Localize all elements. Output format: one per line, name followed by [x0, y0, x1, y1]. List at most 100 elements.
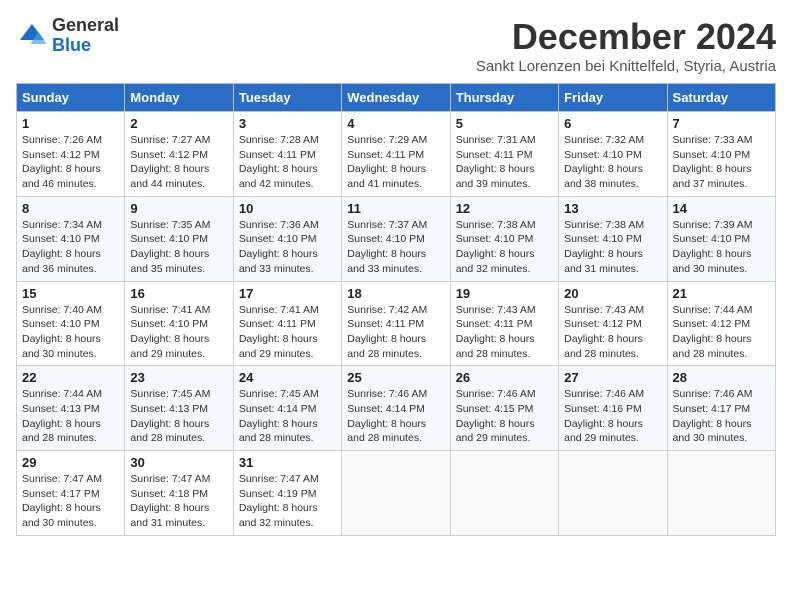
calendar-cell: 4 Sunrise: 7:29 AM Sunset: 4:11 PM Dayli… [342, 112, 450, 197]
day-info: Sunrise: 7:31 AM Sunset: 4:11 PM Dayligh… [456, 133, 553, 192]
day-info: Sunrise: 7:27 AM Sunset: 4:12 PM Dayligh… [130, 133, 227, 192]
sunset-label: Sunset: 4:14 PM [239, 403, 317, 415]
daylight-label: Daylight: 8 hours and 29 minutes. [130, 333, 209, 360]
day-number: 30 [130, 455, 227, 470]
day-info: Sunrise: 7:37 AM Sunset: 4:10 PM Dayligh… [347, 218, 444, 277]
sunset-label: Sunset: 4:13 PM [130, 403, 208, 415]
day-number: 18 [347, 286, 444, 301]
day-info: Sunrise: 7:36 AM Sunset: 4:10 PM Dayligh… [239, 218, 336, 277]
month-title: December 2024 [476, 16, 776, 58]
sunrise-label: Sunrise: 7:44 AM [22, 388, 102, 400]
calendar-cell: 29 Sunrise: 7:47 AM Sunset: 4:17 PM Dayl… [17, 451, 125, 536]
daylight-label: Daylight: 8 hours and 28 minutes. [673, 333, 752, 360]
calendar-cell: 27 Sunrise: 7:46 AM Sunset: 4:16 PM Dayl… [559, 366, 667, 451]
location-subtitle: Sankt Lorenzen bei Knittelfeld, Styria, … [476, 58, 776, 75]
daylight-label: Daylight: 8 hours and 30 minutes. [22, 502, 101, 529]
daylight-label: Daylight: 8 hours and 33 minutes. [239, 248, 318, 275]
daylight-label: Daylight: 8 hours and 39 minutes. [456, 163, 535, 190]
daylight-label: Daylight: 8 hours and 28 minutes. [347, 418, 426, 445]
day-number: 5 [456, 116, 553, 131]
calendar-cell: 8 Sunrise: 7:34 AM Sunset: 4:10 PM Dayli… [17, 196, 125, 281]
sunrise-label: Sunrise: 7:41 AM [239, 304, 319, 316]
calendar-header-row: SundayMondayTuesdayWednesdayThursdayFrid… [17, 84, 776, 112]
calendar-cell: 19 Sunrise: 7:43 AM Sunset: 4:11 PM Dayl… [450, 281, 558, 366]
sunrise-label: Sunrise: 7:37 AM [347, 219, 427, 231]
calendar-cell [450, 451, 558, 536]
sunset-label: Sunset: 4:10 PM [564, 149, 642, 161]
sunset-label: Sunset: 4:10 PM [239, 233, 317, 245]
calendar-cell: 30 Sunrise: 7:47 AM Sunset: 4:18 PM Dayl… [125, 451, 233, 536]
calendar-cell: 28 Sunrise: 7:46 AM Sunset: 4:17 PM Dayl… [667, 366, 775, 451]
daylight-label: Daylight: 8 hours and 46 minutes. [22, 163, 101, 190]
day-info: Sunrise: 7:46 AM Sunset: 4:14 PM Dayligh… [347, 387, 444, 446]
daylight-label: Daylight: 8 hours and 28 minutes. [456, 333, 535, 360]
day-number: 22 [22, 370, 119, 385]
day-number: 19 [456, 286, 553, 301]
day-number: 3 [239, 116, 336, 131]
day-number: 6 [564, 116, 661, 131]
sunrise-label: Sunrise: 7:46 AM [456, 388, 536, 400]
daylight-label: Daylight: 8 hours and 33 minutes. [347, 248, 426, 275]
column-header-monday: Monday [125, 84, 233, 112]
daylight-label: Daylight: 8 hours and 31 minutes. [564, 248, 643, 275]
logo-blue-text: Blue [52, 36, 119, 56]
sunset-label: Sunset: 4:11 PM [456, 318, 533, 330]
day-info: Sunrise: 7:47 AM Sunset: 4:18 PM Dayligh… [130, 472, 227, 531]
day-number: 7 [673, 116, 770, 131]
daylight-label: Daylight: 8 hours and 36 minutes. [22, 248, 101, 275]
day-number: 8 [22, 201, 119, 216]
day-number: 16 [130, 286, 227, 301]
calendar-cell: 5 Sunrise: 7:31 AM Sunset: 4:11 PM Dayli… [450, 112, 558, 197]
sunset-label: Sunset: 4:13 PM [22, 403, 100, 415]
sunrise-label: Sunrise: 7:35 AM [130, 219, 210, 231]
day-number: 4 [347, 116, 444, 131]
calendar-week-row: 22 Sunrise: 7:44 AM Sunset: 4:13 PM Dayl… [17, 366, 776, 451]
sunrise-label: Sunrise: 7:31 AM [456, 134, 536, 146]
sunrise-label: Sunrise: 7:47 AM [239, 473, 319, 485]
daylight-label: Daylight: 8 hours and 32 minutes. [239, 502, 318, 529]
sunrise-label: Sunrise: 7:28 AM [239, 134, 319, 146]
day-info: Sunrise: 7:47 AM Sunset: 4:19 PM Dayligh… [239, 472, 336, 531]
day-info: Sunrise: 7:40 AM Sunset: 4:10 PM Dayligh… [22, 303, 119, 362]
day-number: 21 [673, 286, 770, 301]
daylight-label: Daylight: 8 hours and 28 minutes. [347, 333, 426, 360]
day-info: Sunrise: 7:45 AM Sunset: 4:14 PM Dayligh… [239, 387, 336, 446]
sunrise-label: Sunrise: 7:46 AM [347, 388, 427, 400]
sunset-label: Sunset: 4:12 PM [130, 149, 208, 161]
sunrise-label: Sunrise: 7:34 AM [22, 219, 102, 231]
day-number: 17 [239, 286, 336, 301]
day-info: Sunrise: 7:29 AM Sunset: 4:11 PM Dayligh… [347, 133, 444, 192]
day-number: 13 [564, 201, 661, 216]
column-header-saturday: Saturday [667, 84, 775, 112]
sunset-label: Sunset: 4:12 PM [564, 318, 642, 330]
day-number: 9 [130, 201, 227, 216]
sunset-label: Sunset: 4:17 PM [22, 488, 100, 500]
sunrise-label: Sunrise: 7:45 AM [239, 388, 319, 400]
sunrise-label: Sunrise: 7:29 AM [347, 134, 427, 146]
sunrise-label: Sunrise: 7:36 AM [239, 219, 319, 231]
column-header-sunday: Sunday [17, 84, 125, 112]
calendar-cell: 25 Sunrise: 7:46 AM Sunset: 4:14 PM Dayl… [342, 366, 450, 451]
sunset-label: Sunset: 4:10 PM [673, 149, 751, 161]
sunrise-label: Sunrise: 7:43 AM [456, 304, 536, 316]
sunset-label: Sunset: 4:10 PM [456, 233, 534, 245]
sunset-label: Sunset: 4:19 PM [239, 488, 317, 500]
logo-icon [16, 20, 48, 52]
daylight-label: Daylight: 8 hours and 28 minutes. [22, 418, 101, 445]
sunrise-label: Sunrise: 7:47 AM [130, 473, 210, 485]
sunrise-label: Sunrise: 7:33 AM [673, 134, 753, 146]
calendar-cell: 13 Sunrise: 7:38 AM Sunset: 4:10 PM Dayl… [559, 196, 667, 281]
sunrise-label: Sunrise: 7:38 AM [456, 219, 536, 231]
sunset-label: Sunset: 4:11 PM [456, 149, 533, 161]
calendar-week-row: 29 Sunrise: 7:47 AM Sunset: 4:17 PM Dayl… [17, 451, 776, 536]
day-info: Sunrise: 7:43 AM Sunset: 4:12 PM Dayligh… [564, 303, 661, 362]
page-header: General Blue December 2024 Sankt Lorenze… [16, 16, 776, 75]
calendar-cell [667, 451, 775, 536]
sunset-label: Sunset: 4:14 PM [347, 403, 425, 415]
day-number: 29 [22, 455, 119, 470]
sunset-label: Sunset: 4:10 PM [564, 233, 642, 245]
calendar-cell: 20 Sunrise: 7:43 AM Sunset: 4:12 PM Dayl… [559, 281, 667, 366]
daylight-label: Daylight: 8 hours and 28 minutes. [239, 418, 318, 445]
sunrise-label: Sunrise: 7:44 AM [673, 304, 753, 316]
sunset-label: Sunset: 4:18 PM [130, 488, 208, 500]
